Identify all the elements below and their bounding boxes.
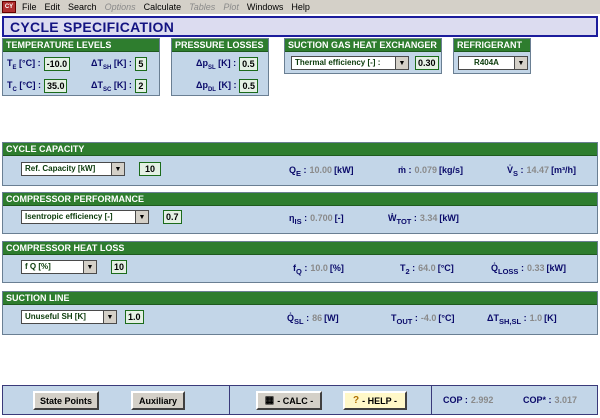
refrigerant-select[interactable]: R404A ▼ [458, 56, 528, 70]
te-field: TE [°C] : -10.0 [7, 57, 71, 71]
suction-line-header: SUCTION LINE [3, 292, 597, 305]
state-points-button[interactable]: State Points [33, 391, 99, 410]
temperature-levels-header: TEMPERATURE LEVELS [3, 39, 159, 52]
pdl-input[interactable]: 0.5 [239, 79, 258, 93]
fq-readout: fQ : 10.0 [%] [293, 263, 344, 276]
menu-tables[interactable]: Tables [185, 2, 219, 12]
dtsh-input[interactable]: 5 [134, 57, 147, 71]
suction-hx-header: SUCTION GAS HEAT EXCHANGER [285, 39, 441, 52]
cop-star-readout: COP* :3.017 [523, 395, 578, 405]
refrigerant-header: REFRIGERANT [454, 39, 530, 52]
pressure-losses-header: PRESSURE LOSSES [172, 39, 268, 52]
question-mark-icon: ? [353, 395, 360, 406]
cycle-capacity-select[interactable]: Ref. Capacity [kW] ▼ [21, 162, 125, 176]
menu-plot[interactable]: Plot [219, 2, 243, 12]
suction-hx-row: Thermal efficiency [-] : ▼ 0.30 [291, 56, 439, 70]
tc-input[interactable]: 35.0 [43, 79, 68, 93]
compressor-heat-loss-panel: COMPRESSOR HEAT LOSS f Q [%] ▼ 10 fQ : 1… [2, 241, 598, 283]
calculator-icon: ▦ [264, 395, 275, 406]
suction-line-input[interactable]: 1.0 [125, 310, 144, 324]
w-tot-readout: ẆTOT : 3.34 [kW] [388, 213, 459, 226]
page-title: CYCLE SPECIFICATION [10, 18, 175, 35]
suction-hx-input[interactable]: 0.30 [415, 56, 439, 70]
menu-file[interactable]: File [18, 2, 41, 12]
compressor-heat-loss-header: COMPRESSOR HEAT LOSS [3, 242, 597, 255]
cycle-capacity-header: CYCLE CAPACITY [3, 143, 597, 156]
cop-readout: COP :2.992 [443, 395, 494, 405]
calc-button[interactable]: ▦ - CALC - [256, 391, 322, 410]
app-logo-icon: CY [2, 1, 16, 13]
page-title-bar: CYCLE SPECIFICATION [2, 16, 598, 37]
chevron-down-icon: ▼ [135, 211, 148, 223]
compressor-performance-select[interactable]: Isentropic efficiency [-] ▼ [21, 210, 149, 224]
compressor-performance-panel: COMPRESSOR PERFORMANCE Isentropic effici… [2, 192, 598, 234]
menu-options[interactable]: Options [101, 2, 140, 12]
suction-line-panel: SUCTION LINE Unuseful SH [K] ▼ 1.0 Q̇SL … [2, 291, 598, 335]
te-input[interactable]: -10.0 [43, 57, 71, 71]
dtsc-input[interactable]: 2 [134, 79, 147, 93]
menu-bar: CY File Edit Search Options Calculate Ta… [0, 0, 600, 14]
chevron-down-icon: ▼ [514, 57, 527, 69]
menu-windows[interactable]: Windows [243, 2, 288, 12]
compressor-performance-input[interactable]: 0.7 [163, 210, 182, 224]
cycle-capacity-input[interactable]: 10 [139, 162, 161, 176]
compressor-heat-loss-input[interactable]: 10 [111, 260, 128, 274]
eta-is-readout: ηIS : 0.700 [-] [289, 213, 344, 226]
menu-calculate[interactable]: Calculate [140, 2, 186, 12]
dtsc-field: ΔTSC [K] : 2 [91, 79, 147, 93]
suction-hx-select[interactable]: Thermal efficiency [-] : ▼ [291, 56, 409, 70]
t2-readout: T2 : 64.0 [°C] [400, 263, 454, 276]
dtsh-field: ΔTSH [K] : 5 [91, 57, 147, 71]
tc-field: TC [°C] : 35.0 [7, 79, 68, 93]
bottom-bar: State Points Auxiliary ▦ - CALC - ? - HE… [2, 385, 598, 415]
temperature-levels-panel: TEMPERATURE LEVELS TE [°C] : -10.0 TC [°… [2, 38, 160, 96]
cycle-capacity-panel: CYCLE CAPACITY Ref. Capacity [kW] ▼ 10 Q… [2, 142, 598, 186]
cycle-capacity-row: Ref. Capacity [kW] ▼ 10 [21, 162, 161, 176]
q-sl-readout: Q̇SL : 86 [W] [287, 313, 339, 326]
suction-line-row: Unuseful SH [K] ▼ 1.0 [21, 310, 144, 324]
menu-help[interactable]: Help [287, 2, 314, 12]
chevron-down-icon: ▼ [83, 261, 96, 273]
qe-readout: QE : 10.00 [kW] [289, 165, 354, 178]
suction-line-select[interactable]: Unuseful SH [K] ▼ [21, 310, 117, 324]
vs-readout: V̇S : 14.47 [m³/h] [507, 165, 577, 178]
refrigerant-panel: REFRIGERANT R404A ▼ [453, 38, 531, 74]
compressor-heat-loss-select[interactable]: f Q [%] ▼ [21, 260, 97, 274]
pdl-field: ΔpDL [K] : 0.5 [196, 79, 258, 93]
chevron-down-icon: ▼ [103, 311, 116, 323]
pressure-losses-panel: PRESSURE LOSSES ΔpSL [K] : 0.5 ΔpDL [K] … [171, 38, 269, 96]
compressor-performance-header: COMPRESSOR PERFORMANCE [3, 193, 597, 206]
q-loss-readout: Q̇LOSS : 0.33 [kW] [491, 263, 566, 276]
menu-edit[interactable]: Edit [41, 2, 65, 12]
t-out-readout: TOUT : -4.0 [°C] [391, 313, 455, 326]
mass-flow-readout: ṁ : 0.079 [kg/s] [398, 165, 464, 175]
compressor-performance-row: Isentropic efficiency [-] ▼ 0.7 [21, 210, 182, 224]
psl-field: ΔpSL [K] : 0.5 [196, 57, 258, 71]
chevron-down-icon: ▼ [111, 163, 124, 175]
suction-hx-panel: SUCTION GAS HEAT EXCHANGER Thermal effic… [284, 38, 442, 74]
compressor-heat-loss-row: f Q [%] ▼ 10 [21, 260, 128, 274]
refrigerant-row: R404A ▼ [458, 56, 528, 70]
auxiliary-button[interactable]: Auxiliary [131, 391, 185, 410]
psl-input[interactable]: 0.5 [239, 57, 258, 71]
dt-sh-sl-readout: ΔTSH,SL : 1.0 [K] [487, 313, 557, 326]
bottom-divider [229, 386, 230, 414]
menu-search[interactable]: Search [64, 2, 101, 12]
chevron-down-icon: ▼ [395, 57, 408, 69]
help-button[interactable]: ? - HELP - [343, 391, 407, 410]
bottom-divider [431, 386, 432, 414]
